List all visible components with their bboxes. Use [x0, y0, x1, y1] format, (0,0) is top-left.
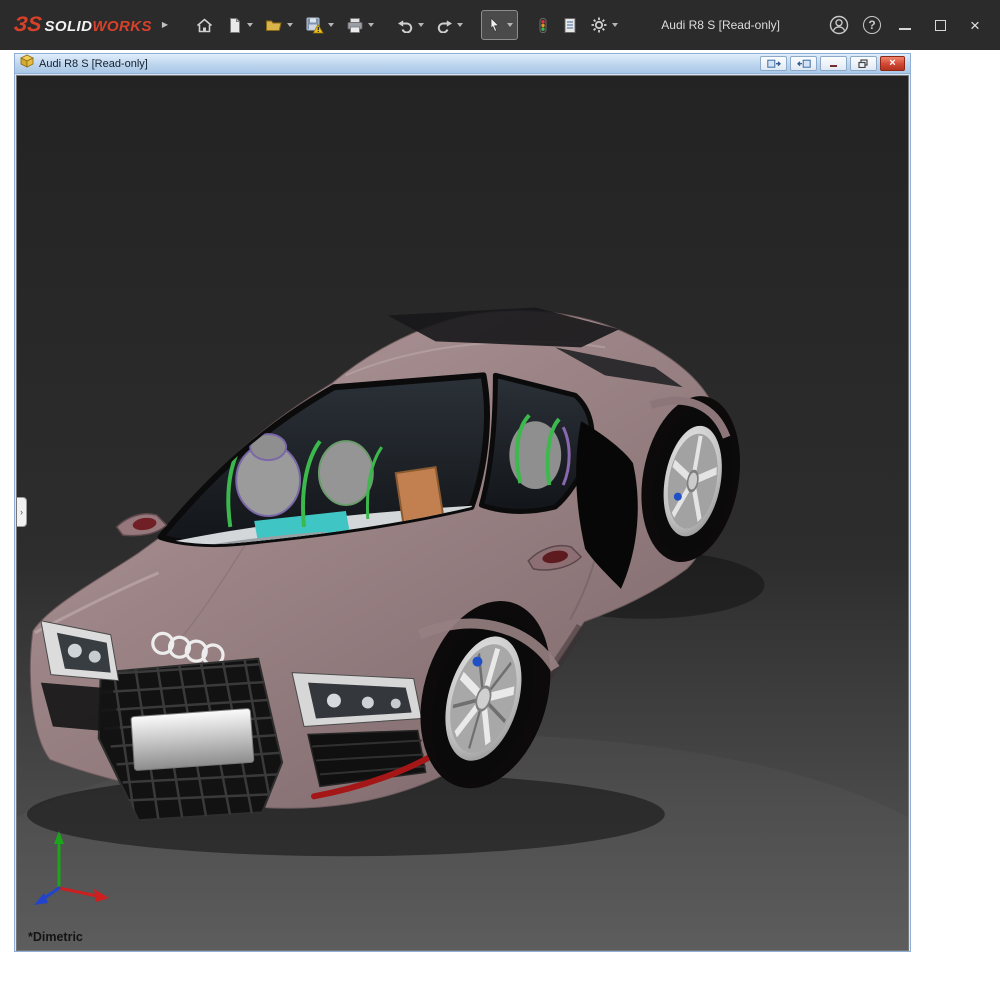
options-gear-icon — [590, 16, 608, 34]
home-icon — [195, 17, 214, 34]
save-icon — [305, 16, 324, 34]
print-button[interactable] — [341, 10, 379, 40]
minimize-icon — [899, 28, 911, 30]
undo-icon — [397, 17, 414, 33]
doc-restore-button[interactable] — [850, 56, 877, 71]
quick-access-toolbar — [190, 10, 623, 40]
part-document-icon — [20, 54, 34, 73]
doc-minimize-button[interactable] — [820, 56, 847, 71]
triad-x-axis — [59, 888, 97, 896]
workspace: Audi R8 S [Read-only] × — [0, 50, 1000, 1000]
save-button[interactable] — [300, 10, 339, 40]
logo-works-text: WORKS — [92, 18, 152, 35]
help-icon[interactable]: ? — [863, 16, 881, 34]
minimize-button[interactable] — [894, 14, 916, 36]
open-dropdown-icon[interactable] — [287, 23, 293, 27]
open-folder-icon — [265, 17, 283, 33]
logo-solid-text: SOLID — [45, 18, 93, 35]
open-button[interactable] — [260, 10, 298, 40]
options-button[interactable] — [585, 10, 623, 40]
previous-window-button[interactable] — [760, 56, 787, 71]
home-button[interactable] — [190, 10, 219, 40]
solidworks-logo: ЗS SOLID WORKS — [14, 13, 152, 37]
undo-dropdown-icon[interactable] — [418, 23, 424, 27]
car-model-render[interactable] — [17, 76, 908, 950]
document-titlebar[interactable]: Audi R8 S [Read-only] × — [15, 54, 910, 74]
redo-dropdown-icon[interactable] — [457, 23, 463, 27]
print-dropdown-icon[interactable] — [368, 23, 374, 27]
file-properties-button[interactable] — [557, 10, 583, 40]
app-window-controls: ? × — [828, 14, 990, 36]
document-window-controls: × — [760, 56, 905, 71]
account-button[interactable] — [828, 14, 850, 36]
toolbar-separator — [470, 25, 479, 26]
next-window-button[interactable] — [790, 56, 817, 71]
doc-close-button[interactable]: × — [880, 56, 905, 71]
toolbar-separator — [520, 25, 529, 26]
close-button[interactable]: × — [964, 14, 986, 36]
app-titlebar: ЗS SOLID WORKS ▶ — [0, 0, 1000, 50]
toolbar-separator — [381, 25, 390, 26]
options-dropdown-icon[interactable] — [612, 23, 618, 27]
new-document-button[interactable] — [221, 10, 258, 40]
undo-button[interactable] — [392, 10, 429, 40]
save-dropdown-icon[interactable] — [328, 23, 334, 27]
maximize-icon — [935, 20, 946, 31]
file-properties-icon — [562, 17, 578, 34]
viewport-3d[interactable]: *Dimetric › — [16, 75, 909, 951]
maximize-button[interactable] — [929, 14, 951, 36]
view-orientation-label: *Dimetric — [28, 930, 83, 944]
orientation-triad — [25, 826, 115, 908]
document-title: Audi R8 S [Read-only] — [39, 58, 148, 70]
featuremanager-flyout-tab[interactable]: › — [17, 497, 27, 527]
select-cursor-icon — [486, 16, 503, 34]
select-dropdown-icon[interactable] — [507, 23, 513, 27]
rebuild-traffic-light-icon — [536, 17, 550, 34]
rebuild-button[interactable] — [531, 10, 555, 40]
dassault-3ds-mark: ЗS — [13, 13, 43, 37]
redo-button[interactable] — [431, 10, 468, 40]
select-tool-button[interactable] — [481, 10, 518, 40]
new-document-icon — [226, 17, 243, 34]
redo-icon — [436, 17, 453, 33]
document-window: Audi R8 S [Read-only] × — [14, 53, 911, 952]
app-title: Audi R8 S [Read-only] — [661, 18, 780, 32]
new-document-dropdown-icon[interactable] — [247, 23, 253, 27]
toolbar-flyout-arrow-icon[interactable]: ▶ — [162, 21, 168, 29]
print-icon — [346, 17, 364, 34]
